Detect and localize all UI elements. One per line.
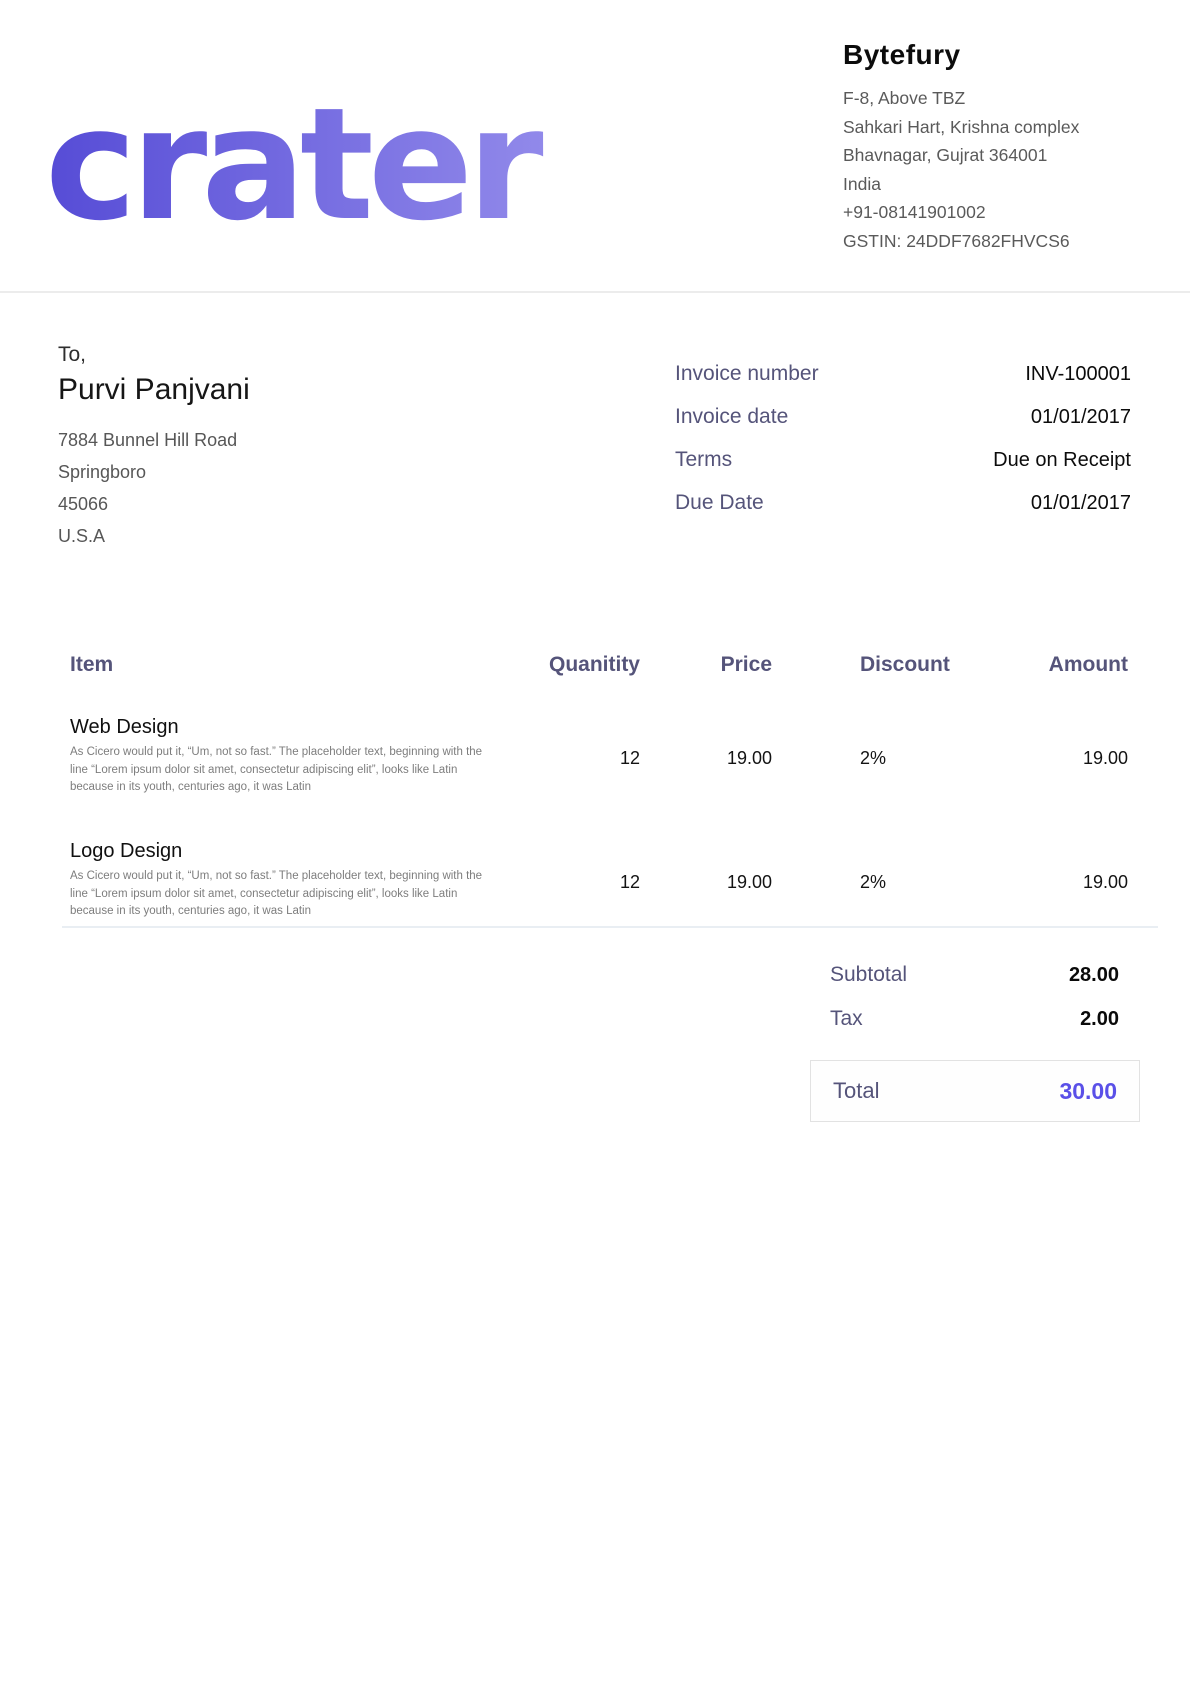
crater-logo-text: crater bbox=[45, 88, 543, 238]
company-gstin: GSTIN: 24DDF7682FHVCS6 bbox=[843, 227, 1173, 256]
item-discount: 2% bbox=[772, 836, 966, 921]
col-header-discount: Discount bbox=[772, 650, 966, 680]
item-quantity: 12 bbox=[500, 712, 640, 797]
due-date-label: Due Date bbox=[675, 491, 764, 515]
meta-row-invoice-number: Invoice number INV-100001 bbox=[675, 362, 1131, 388]
bill-to-address-line: Springboro bbox=[58, 456, 478, 488]
meta-row-invoice-date: Invoice date 01/01/2017 bbox=[675, 405, 1131, 431]
tax-label: Tax bbox=[830, 1006, 863, 1032]
invoice-date-value: 01/01/2017 bbox=[1031, 406, 1131, 429]
item-description: As Cicero would put it, “Um, not so fast… bbox=[70, 744, 498, 797]
bill-to-address-line: U.S.A bbox=[58, 520, 478, 552]
crater-logo: crater bbox=[45, 88, 565, 238]
invoice-header: crater Bytefury F-8, Above TBZ Sahkari H… bbox=[0, 0, 1190, 293]
bill-to-address-line: 45066 bbox=[58, 488, 478, 520]
bill-to-address-line: 7884 Bunnel Hill Road bbox=[58, 424, 478, 456]
company-block: Bytefury F-8, Above TBZ Sahkari Hart, Kr… bbox=[843, 38, 1173, 255]
company-address-line: F-8, Above TBZ bbox=[843, 84, 1173, 113]
total-box: Total 30.00 bbox=[810, 1060, 1140, 1122]
bill-to-address: 7884 Bunnel Hill Road Springboro 45066 U… bbox=[58, 424, 478, 552]
subtotal-value: 28.00 bbox=[1069, 964, 1119, 987]
col-header-price: Price bbox=[640, 650, 772, 680]
item-cell: Web Design As Cicero would put it, “Um, … bbox=[70, 712, 500, 797]
meta-row-terms: Terms Due on Receipt bbox=[675, 448, 1131, 474]
company-address-line: Bhavnagar, Gujrat 364001 bbox=[843, 141, 1173, 170]
invoice-meta: Invoice number INV-100001 Invoice date 0… bbox=[675, 362, 1131, 534]
col-header-item: Item bbox=[70, 650, 500, 680]
terms-label: Terms bbox=[675, 448, 732, 472]
company-address-line: India bbox=[843, 170, 1173, 199]
company-address: F-8, Above TBZ Sahkari Hart, Krishna com… bbox=[843, 84, 1173, 255]
total-value: 30.00 bbox=[1059, 1078, 1117, 1105]
item-name: Web Design bbox=[70, 712, 500, 742]
col-header-amount: Amount bbox=[966, 650, 1128, 680]
bill-to-name: Purvi Panjvani bbox=[58, 370, 478, 410]
bill-to-block: To, Purvi Panjvani 7884 Bunnel Hill Road… bbox=[58, 342, 478, 552]
item-price: 19.00 bbox=[640, 836, 772, 921]
invoice-number-label: Invoice number bbox=[675, 362, 819, 386]
bill-to-label: To, bbox=[58, 342, 478, 368]
meta-row-due-date: Due Date 01/01/2017 bbox=[675, 491, 1131, 517]
invoice-date-label: Invoice date bbox=[675, 405, 788, 429]
invoice-number-value: INV-100001 bbox=[1025, 363, 1131, 386]
item-discount: 2% bbox=[772, 712, 966, 797]
company-phone: +91-08141901002 bbox=[843, 198, 1173, 227]
col-header-quantity: Quanitity bbox=[500, 650, 640, 680]
item-description: As Cicero would put it, “Um, not so fast… bbox=[70, 868, 498, 921]
item-amount: 19.00 bbox=[966, 712, 1128, 797]
items-table-header: Item Quanitity Price Discount Amount bbox=[70, 650, 1190, 680]
company-name: Bytefury bbox=[843, 38, 1173, 72]
item-quantity: 12 bbox=[500, 836, 640, 921]
terms-value: Due on Receipt bbox=[993, 449, 1131, 472]
subtotal-label: Subtotal bbox=[830, 962, 907, 988]
tax-value: 2.00 bbox=[1080, 1008, 1119, 1031]
tax-row: Tax 2.00 bbox=[830, 1006, 1119, 1032]
subtotal-row: Subtotal 28.00 bbox=[830, 962, 1119, 988]
item-cell: Logo Design As Cicero would put it, “Um,… bbox=[70, 836, 500, 921]
item-row: Web Design As Cicero would put it, “Um, … bbox=[70, 712, 1190, 797]
due-date-value: 01/01/2017 bbox=[1031, 492, 1131, 515]
item-name: Logo Design bbox=[70, 836, 500, 866]
total-label: Total bbox=[833, 1078, 879, 1104]
item-amount: 19.00 bbox=[966, 836, 1128, 921]
company-address-line: Sahkari Hart, Krishna complex bbox=[843, 113, 1173, 142]
item-row: Logo Design As Cicero would put it, “Um,… bbox=[70, 836, 1190, 921]
item-price: 19.00 bbox=[640, 712, 772, 797]
items-divider bbox=[62, 926, 1158, 928]
